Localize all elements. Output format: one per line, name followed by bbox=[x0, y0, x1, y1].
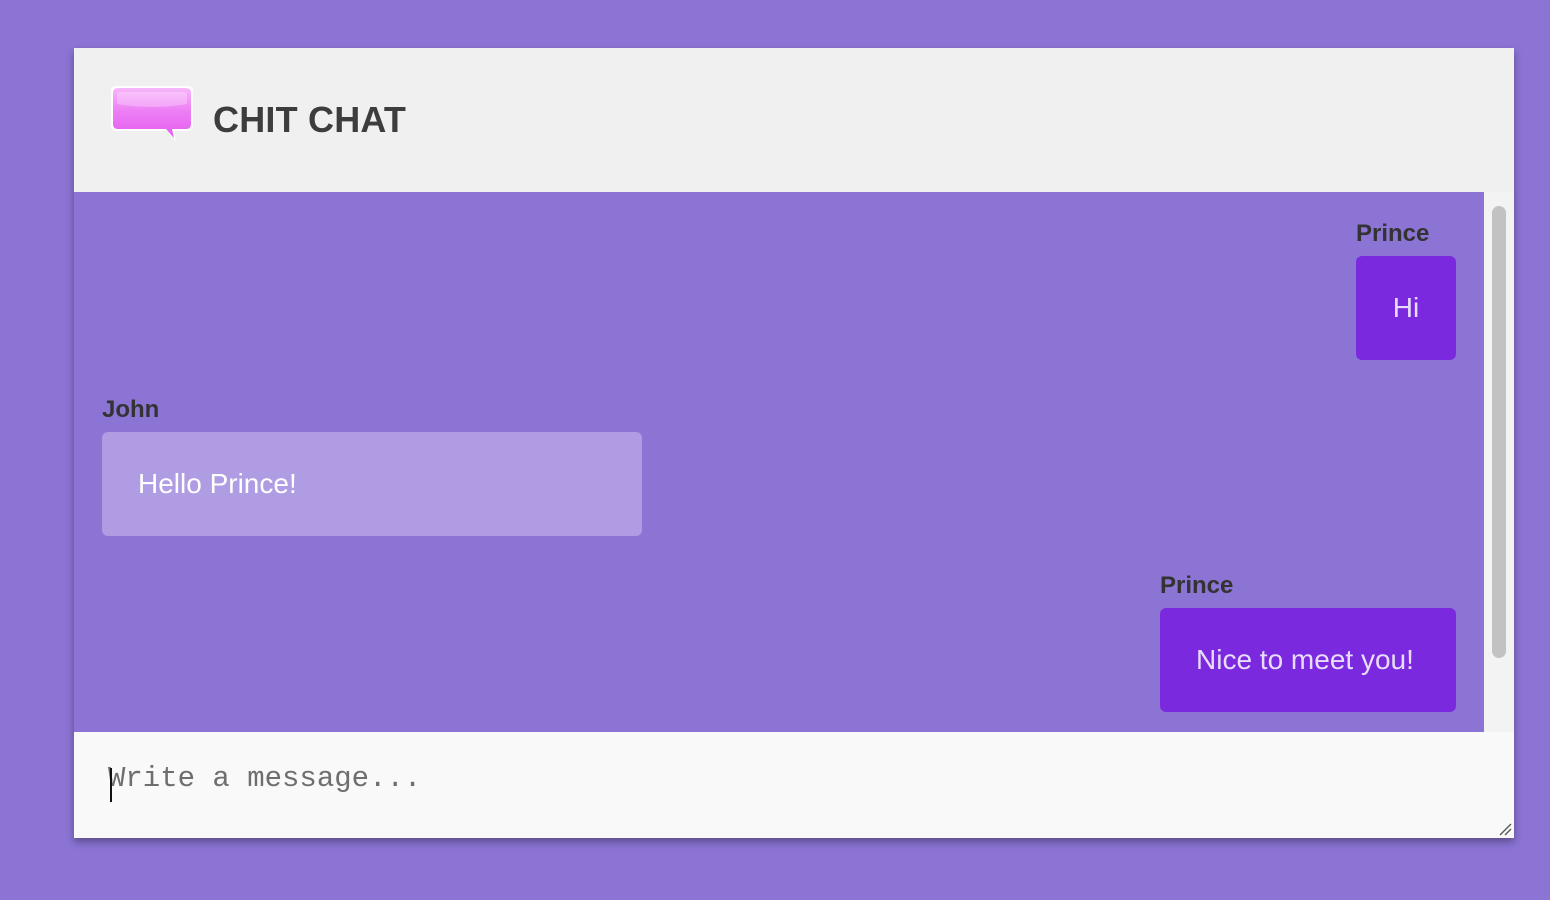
chat-header: CHIT CHAT bbox=[74, 48, 1514, 192]
message-list: Prince Hi John Hello Prince! Prince Nice… bbox=[74, 192, 1484, 732]
message-bubble-outgoing: Hi bbox=[1356, 256, 1456, 360]
app-title: CHIT CHAT bbox=[213, 99, 407, 140]
message-item: John Hello Prince! bbox=[102, 396, 642, 536]
speech-bubble-icon bbox=[110, 84, 194, 156]
message-sender: Prince bbox=[1160, 572, 1234, 599]
message-composer bbox=[74, 732, 1514, 838]
message-item: Prince Nice to meet you! bbox=[1160, 572, 1456, 712]
message-sender: John bbox=[102, 396, 160, 423]
message-bubble-incoming: Hello Prince! bbox=[102, 432, 642, 536]
resize-handle-icon[interactable] bbox=[1496, 820, 1512, 836]
message-item: Prince Hi bbox=[1356, 220, 1456, 360]
message-sender: Prince bbox=[1356, 220, 1430, 247]
text-caret bbox=[110, 768, 112, 802]
message-input[interactable] bbox=[108, 762, 1488, 822]
message-scrollbar[interactable] bbox=[1484, 192, 1514, 732]
message-bubble-outgoing: Nice to meet you! bbox=[1160, 608, 1456, 712]
scrollbar-thumb[interactable] bbox=[1492, 206, 1506, 658]
chat-window: CHIT CHAT Prince Hi John Hello Prince! P… bbox=[74, 48, 1514, 838]
